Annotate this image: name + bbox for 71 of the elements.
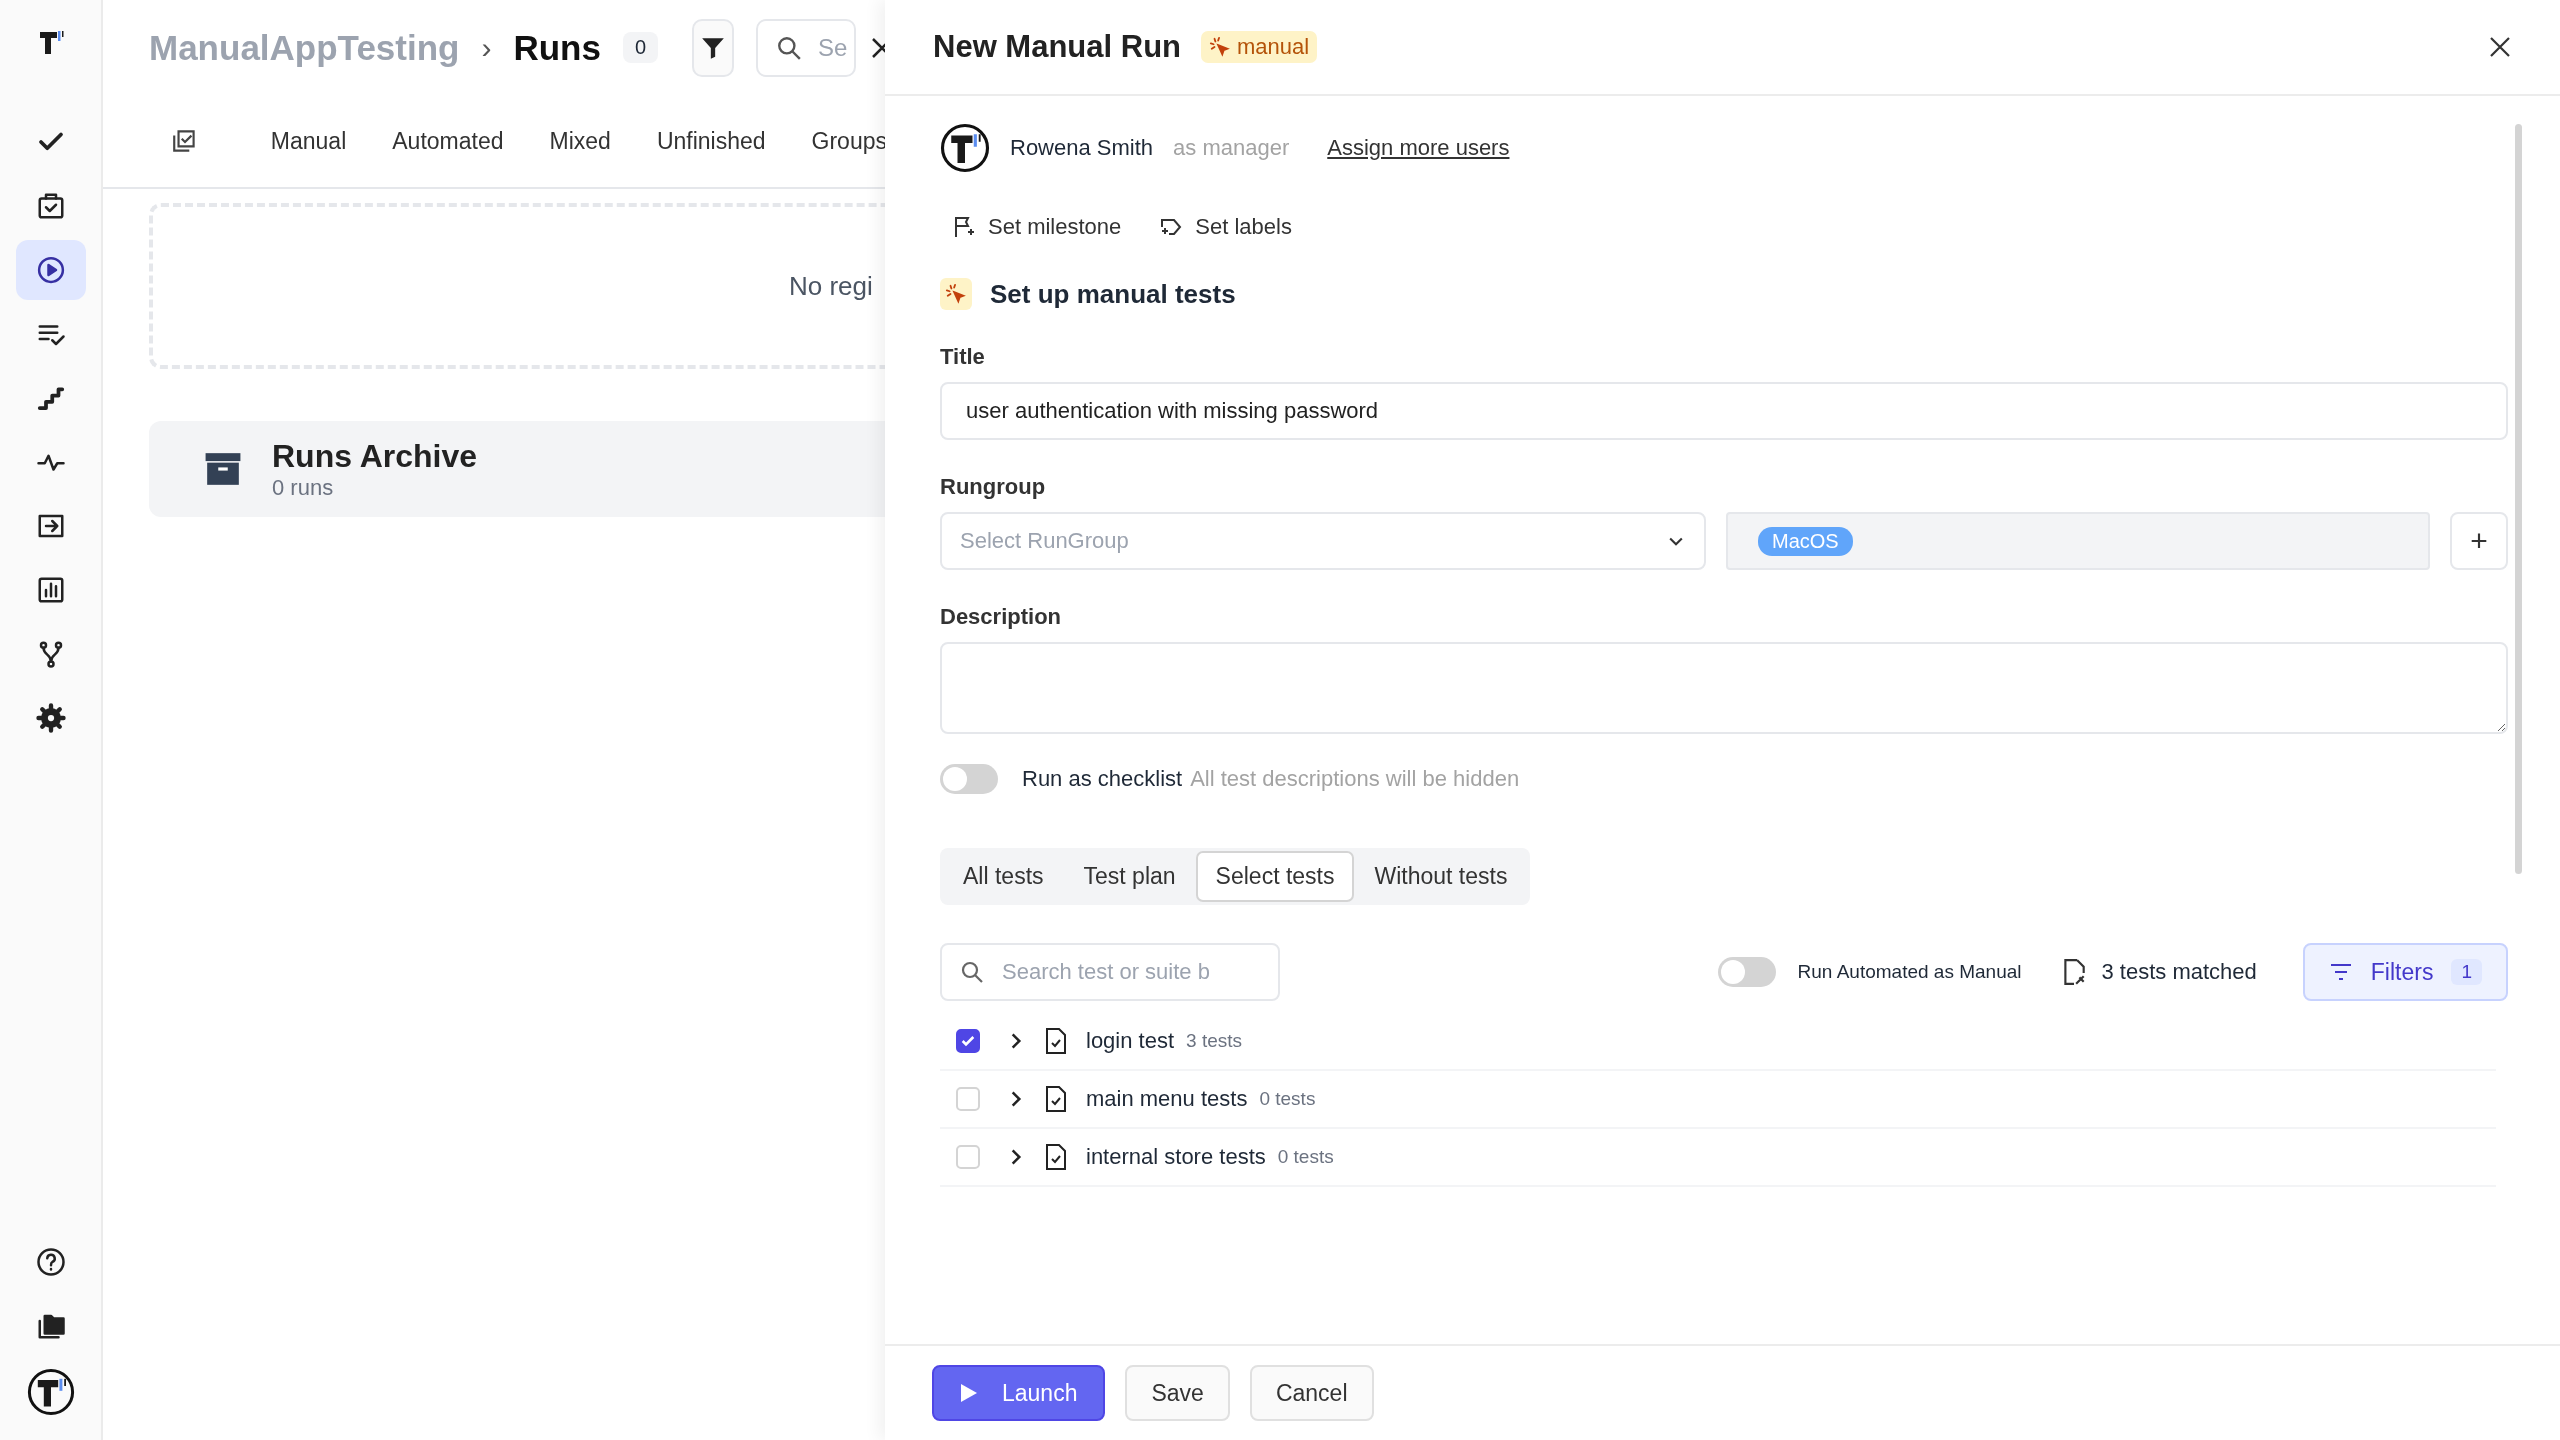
suite-test-count: 0 tests (1259, 1088, 1316, 1110)
run-filter-tab[interactable]: Manual (270, 127, 347, 155)
user-name: Rowena Smith (1010, 135, 1154, 161)
add-button[interactable]: + (2450, 512, 2508, 570)
user-role: as manager (1173, 135, 1290, 161)
page-title: Runs (513, 27, 601, 68)
run-filter-tab[interactable]: Groups (811, 127, 887, 155)
play-icon (35, 255, 66, 285)
test-search-field[interactable]: Search test or suite b (940, 943, 1280, 1001)
toggle-label: Run as checklist (1022, 766, 1183, 792)
sparkle-icon (1209, 36, 1231, 58)
filters-button[interactable]: Filters 1 (2302, 943, 2508, 1001)
document-icon (2061, 958, 2088, 986)
run-filter-tab[interactable]: Mixed (549, 127, 611, 155)
close-icon (2488, 35, 2512, 59)
document-check-icon (1044, 1085, 1068, 1113)
set-labels-button[interactable]: Set labels (1159, 214, 1292, 240)
mode-tab[interactable]: Without tests (1354, 851, 1528, 902)
set-milestone-button[interactable]: Set milestone (952, 214, 1122, 240)
manual-badge: manual (1201, 31, 1318, 63)
suite-test-count: 0 tests (1277, 1146, 1334, 1168)
title-input[interactable]: user authentication with missing password (940, 382, 2508, 440)
play-icon (960, 1383, 978, 1403)
footer-button[interactable]: Save (1125, 1365, 1230, 1421)
close-icon (870, 35, 887, 60)
panel-title: New Manual Run (933, 29, 1181, 65)
close-button[interactable] (2488, 35, 2512, 59)
suite-name[interactable]: login test (1086, 1028, 1175, 1054)
suite-checkbox[interactable] (956, 1029, 980, 1053)
suite-test-count: 3 tests (1186, 1030, 1243, 1052)
archive-subtitle: 0 runs (272, 474, 335, 501)
multi-select-icon[interactable] (171, 128, 197, 154)
run-filter-tab[interactable]: Unfinished (656, 127, 766, 155)
document-check-icon (1044, 1143, 1068, 1171)
user-avatar (940, 123, 990, 173)
matched-count: 3 tests matched (2101, 959, 2257, 985)
settings-icon (35, 703, 66, 733)
sparkle-icon (945, 283, 967, 305)
assign-users-link[interactable]: Assign more users (1327, 135, 1510, 161)
toggle-label: Run Automated as Manual (1797, 961, 2022, 983)
search-icon (776, 34, 803, 61)
launch-button[interactable]: Launch (932, 1365, 1106, 1421)
runs-count: 0 (622, 32, 659, 63)
checkmark-icon (960, 1033, 976, 1049)
breadcrumb-separator: › (481, 30, 492, 65)
toggle-hint: All test descriptions will be hidden (1190, 766, 1520, 792)
document-check-icon (1044, 1027, 1068, 1055)
tag: MacOS (1758, 526, 1853, 556)
mode-tab[interactable]: All tests (943, 851, 1064, 902)
scrollbar[interactable] (2515, 124, 2522, 874)
automated-toggle[interactable] (1717, 957, 1776, 987)
suite-name[interactable]: main menu tests (1086, 1086, 1248, 1112)
sidebar-item[interactable] (15, 240, 86, 300)
field-label: Rungroup (940, 474, 1047, 500)
avatar-icon (26, 1368, 75, 1416)
mode-tab[interactable]: Test plan (1063, 851, 1196, 902)
archive-card[interactable]: Runs Archive 0 runs (149, 421, 887, 517)
archive-icon (204, 450, 242, 488)
filter-button[interactable] (692, 18, 735, 77)
field-label: Description (940, 604, 1063, 630)
section-title: Set up manual tests (990, 278, 1236, 310)
run-filter-tab[interactable]: Automated (392, 127, 504, 155)
field-label: Title (940, 344, 986, 370)
mode-tab[interactable]: Select tests (1195, 851, 1355, 902)
suite-name[interactable]: internal store tests (1086, 1144, 1266, 1170)
footer-button[interactable]: Cancel (1249, 1365, 1374, 1421)
search-icon (960, 960, 984, 984)
flag-icon (952, 215, 976, 239)
archive-title: Runs Archive (272, 437, 478, 475)
help-icon (35, 1247, 66, 1277)
checklist-toggle[interactable] (940, 764, 998, 794)
